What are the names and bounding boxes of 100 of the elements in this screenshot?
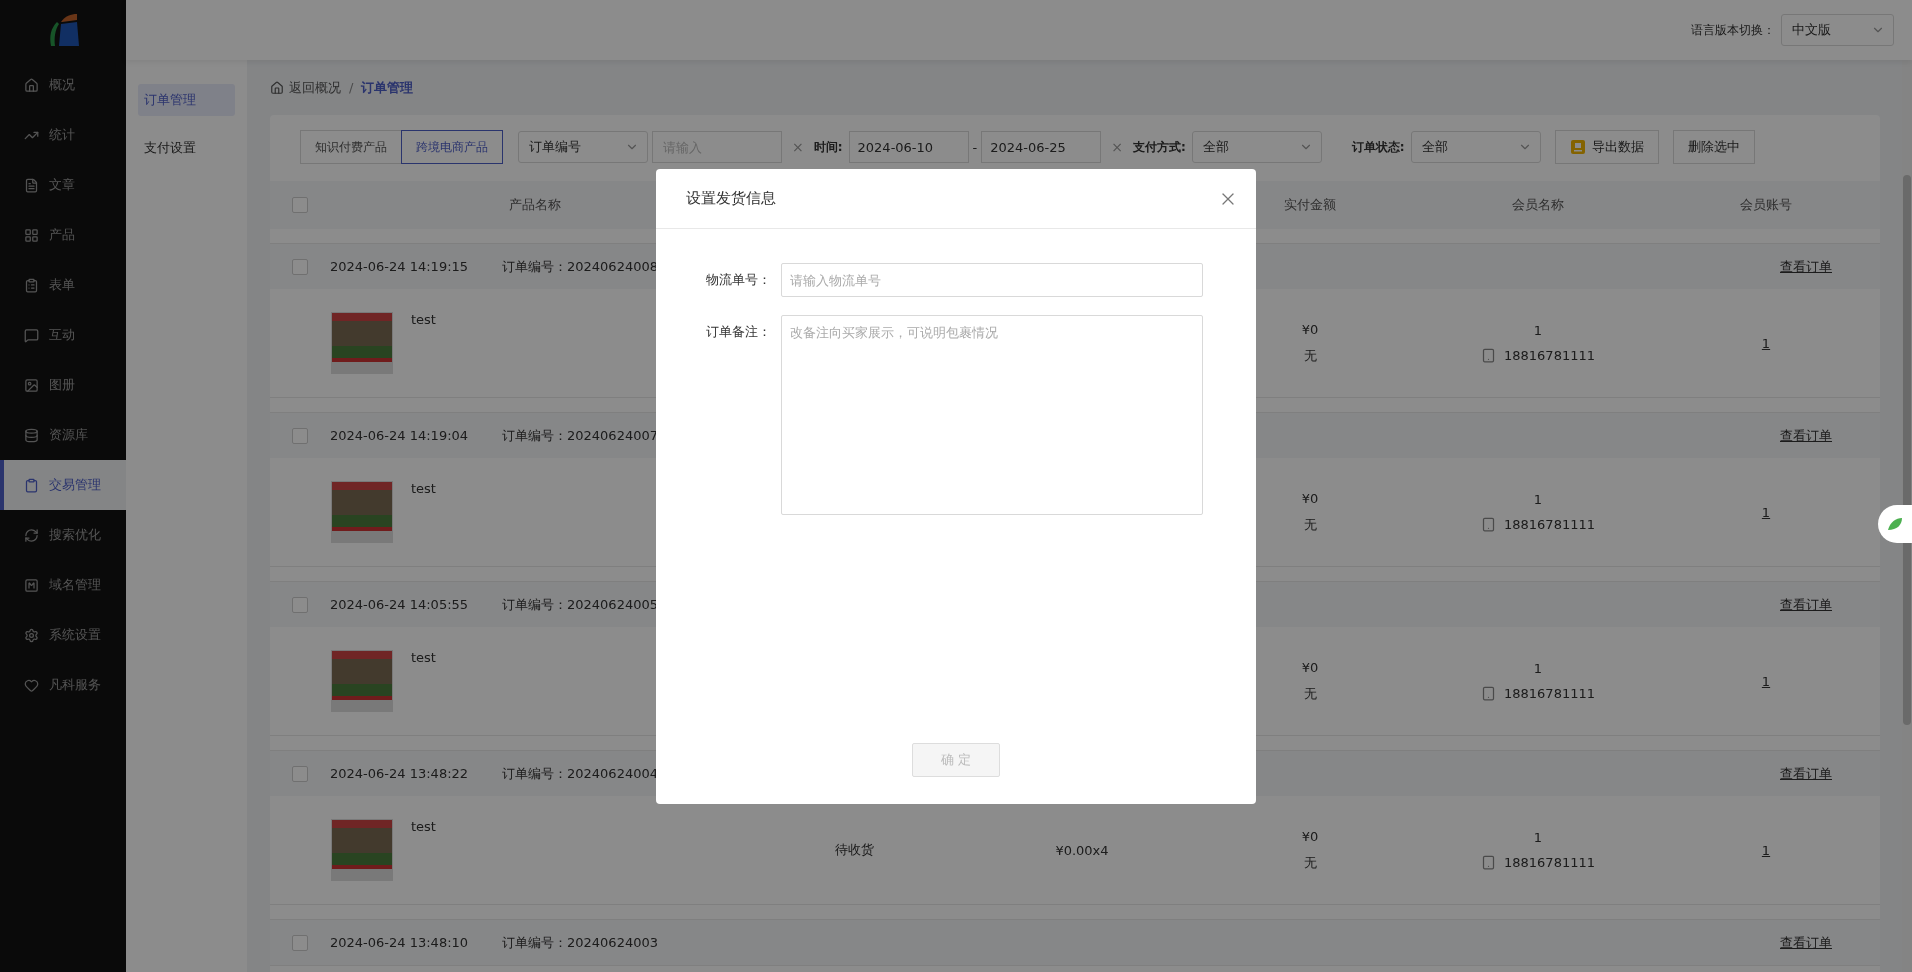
column-header: 实付金额 — [1284, 196, 1336, 214]
member-phone: 18816781111 — [1504, 686, 1595, 701]
order-number: 订单编号：20240624008 — [502, 257, 659, 276]
order-number: 订单编号：20240624007 — [502, 426, 659, 445]
clear-button[interactable]: × — [1111, 139, 1123, 155]
tablet-icon — [1481, 348, 1496, 363]
product-name: test — [411, 819, 436, 834]
scrollbar-thumb[interactable] — [1903, 175, 1911, 725]
language-select[interactable]: 中文版 — [1781, 14, 1894, 46]
tablet-icon — [1481, 517, 1496, 532]
time-label: 时间: — [813, 138, 843, 156]
sidebar-item[interactable]: 搜索优化 — [0, 510, 126, 560]
order-date: 2024-06-24 13:48:22 — [330, 766, 470, 781]
clipboard-icon — [24, 277, 39, 293]
member-phone: 18816781111 — [1504, 517, 1595, 532]
date-separator: - — [972, 139, 978, 155]
view-order-link[interactable]: 查看订单 — [1780, 764, 1832, 783]
document-icon — [24, 177, 39, 193]
paid-amount: ¥0 — [1301, 490, 1319, 506]
member-phone: 18816781111 — [1504, 348, 1595, 363]
subnav-item[interactable]: 订单管理 — [138, 84, 235, 116]
sidebar-item[interactable]: 交易管理 — [0, 460, 126, 510]
view-order-link[interactable]: 查看订单 — [1780, 426, 1832, 445]
date-field[interactable]: 2024-06-25 — [981, 131, 1102, 163]
home-icon — [270, 80, 284, 95]
sidebar-item[interactable]: 域名管理 — [0, 560, 126, 610]
order-date: 2024-06-24 13:48:10 — [330, 935, 470, 950]
view-order-link[interactable]: 查看订单 — [1780, 257, 1832, 276]
paid-note: 无 — [1303, 684, 1317, 703]
sidebar-item[interactable]: 互动 — [0, 310, 126, 360]
paid-amount: ¥0 — [1301, 828, 1319, 844]
paid-amount: ¥0 — [1301, 321, 1319, 337]
member-name: 1 — [1533, 492, 1543, 507]
product-tab[interactable]: 跨境电商产品 — [401, 130, 503, 164]
member-account-link[interactable]: 1 — [1761, 335, 1771, 351]
chat-icon — [24, 327, 39, 343]
member-phone: 18816781111 — [1504, 855, 1595, 870]
sidebar-item[interactable]: 凡科服务 — [0, 660, 126, 710]
floating-widget[interactable] — [1878, 505, 1912, 543]
row-checkbox[interactable] — [292, 427, 308, 444]
back-link[interactable]: 返回概况 — [270, 78, 341, 97]
status-select[interactable]: 全部 — [1410, 131, 1541, 163]
sidebar-item[interactable]: 资源库 — [0, 410, 126, 460]
clear-button[interactable]: × — [792, 139, 804, 155]
payment-select[interactable]: 全部 — [1191, 131, 1322, 163]
sidebar-item[interactable]: 概况 — [0, 60, 126, 110]
export-button[interactable]: 导出数据 — [1554, 130, 1659, 164]
member-account-link[interactable]: 1 — [1761, 673, 1771, 689]
photo-placeholder — [331, 819, 393, 881]
refresh-icon — [24, 527, 39, 543]
clipboard-icon — [24, 477, 39, 493]
field-label: 订单备注： — [705, 323, 772, 341]
row-checkbox[interactable] — [292, 765, 308, 782]
member-account-link[interactable]: 1 — [1761, 504, 1771, 520]
sidebar-item[interactable]: 产品 — [0, 210, 126, 260]
member-account-link[interactable]: 1 — [1761, 842, 1771, 858]
photo-placeholder — [331, 312, 393, 374]
column-header: 会员名称 — [1512, 196, 1564, 214]
paid-amount: ¥0 — [1301, 659, 1319, 675]
search-field-select[interactable]: 订单编号 — [518, 131, 648, 163]
order-note-field[interactable]: 改备注向买家展示，可说明包裹情况 — [781, 315, 1203, 515]
letter-icon — [24, 577, 39, 593]
database-icon — [24, 427, 39, 443]
sidebar-item[interactable]: 文章 — [0, 160, 126, 210]
row-checkbox[interactable] — [292, 258, 308, 275]
order-date: 2024-06-24 14:05:55 — [330, 597, 470, 612]
date-field[interactable]: 2024-06-10 — [848, 131, 969, 163]
breadcrumb-current: 订单管理 — [361, 78, 414, 97]
grid-icon — [24, 227, 39, 243]
delete-selected-button[interactable]: 删除选中 — [1672, 130, 1755, 164]
paid-note: 无 — [1303, 515, 1317, 534]
row-checkbox[interactable] — [292, 596, 308, 613]
select-all-checkbox[interactable] — [292, 197, 308, 213]
product-tab[interactable]: 知识付费产品 — [300, 130, 402, 164]
sidebar-item[interactable]: 统计 — [0, 110, 126, 160]
dialog-title: 设置发货信息 — [686, 189, 776, 208]
breadcrumb-separator: / — [349, 80, 354, 95]
subnav-item[interactable]: 支付设置 — [138, 132, 235, 164]
order-status: 待收货 — [834, 841, 874, 859]
tracking-number-field[interactable]: 请输入物流单号 — [781, 263, 1203, 297]
view-order-link[interactable]: 查看订单 — [1780, 595, 1832, 614]
order-date: 2024-06-24 14:19:04 — [330, 428, 470, 443]
row-checkbox[interactable] — [292, 934, 308, 951]
export-icon — [1569, 139, 1586, 155]
heart-icon — [24, 677, 39, 693]
order-number: 订单编号：20240624005 — [502, 595, 659, 614]
product-name: test — [411, 481, 436, 496]
member-name: 1 — [1533, 661, 1543, 676]
sidebar-item[interactable]: 表单 — [0, 260, 126, 310]
order-date: 2024-06-24 14:19:15 — [330, 259, 470, 274]
home-icon — [24, 77, 39, 93]
paid-note: 无 — [1303, 346, 1317, 365]
payment-label: 支付方式: — [1133, 138, 1186, 156]
sidebar-item[interactable]: 系统设置 — [0, 610, 126, 660]
sidebar-item[interactable]: 图册 — [0, 360, 126, 410]
product-name: test — [411, 312, 436, 327]
tablet-icon — [1481, 855, 1496, 870]
image-icon — [24, 377, 39, 393]
view-order-link[interactable]: 查看订单 — [1780, 933, 1832, 952]
field-label: 物流单号： — [705, 271, 772, 289]
